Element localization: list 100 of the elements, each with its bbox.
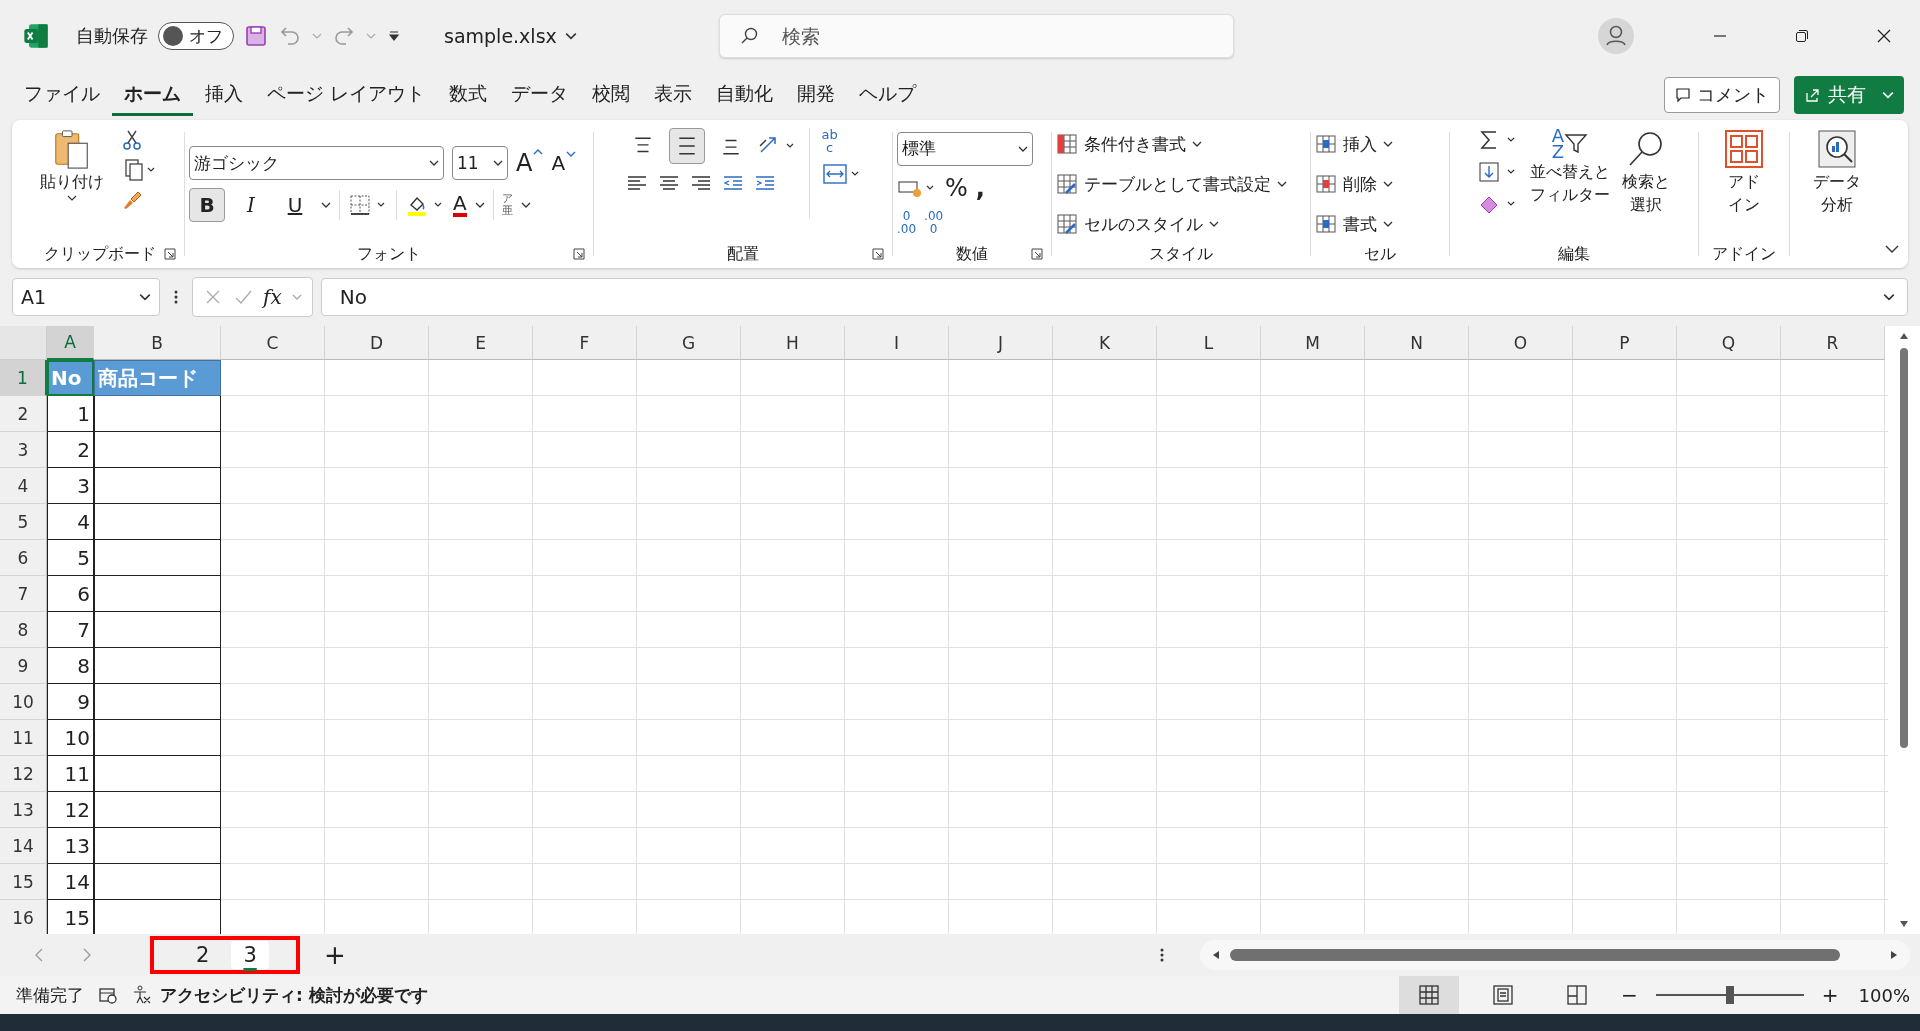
dialog-launcher-icon[interactable] [872, 248, 884, 260]
column-header[interactable]: A [47, 326, 94, 360]
row-header[interactable]: 6 [0, 540, 47, 576]
accessibility-icon[interactable] [132, 985, 152, 1005]
share-button[interactable]: 共有 [1794, 76, 1904, 114]
column-header[interactable]: R [1781, 326, 1885, 360]
menu-tab[interactable]: データ [499, 74, 581, 116]
column-header[interactable]: E [429, 326, 533, 360]
menu-tab[interactable]: 数式 [437, 74, 500, 116]
search-field[interactable]: 検索 [718, 14, 1234, 58]
column-header[interactable]: B [94, 326, 221, 360]
cells-menu-button[interactable]: 削除 [1315, 168, 1393, 200]
comment-button[interactable]: コメント [1664, 77, 1780, 113]
scissors-icon[interactable] [120, 128, 144, 152]
row-header[interactable]: 2 [0, 396, 47, 432]
row-header[interactable]: 8 [0, 612, 47, 648]
zoom-level[interactable]: 100% [1858, 984, 1910, 1006]
row-header[interactable]: 11 [0, 720, 47, 756]
row-header[interactable]: 7 [0, 576, 47, 612]
column-header[interactable]: K [1053, 326, 1157, 360]
row-header[interactable]: 9 [0, 648, 47, 684]
row-header[interactable]: 15 [0, 864, 47, 900]
sheet-tab[interactable]: 2 [184, 941, 222, 969]
style-menu-button[interactable]: セルのスタイル [1056, 208, 1219, 240]
scroll-thumb[interactable] [1900, 348, 1908, 748]
row-header[interactable]: 16 [0, 900, 47, 934]
comma-button[interactable]: , [975, 173, 985, 202]
scroll-thumb[interactable] [1230, 949, 1840, 961]
wrap-text-button[interactable]: ab c [821, 128, 838, 154]
sort-filter-button[interactable]: A Z 並べ替えと フィルター [1530, 128, 1610, 206]
font-color-button[interactable]: A [453, 193, 467, 217]
row-header[interactable]: 1 [0, 360, 47, 396]
column-header[interactable]: J [949, 326, 1053, 360]
cells-menu-button[interactable]: 書式 [1315, 208, 1393, 240]
sheet-tab[interactable]: 3 [231, 941, 269, 969]
accessibility-status[interactable]: アクセシビリティ: 検討が必要です [160, 983, 428, 1007]
horizontal-scrollbar[interactable] [1200, 940, 1910, 970]
column-header[interactable]: I [845, 326, 949, 360]
macro-record-icon[interactable] [98, 985, 118, 1005]
zoom-slider-thumb[interactable] [1725, 986, 1734, 1004]
row-header[interactable]: 5 [0, 504, 47, 540]
cells-menu-button[interactable]: 挿入 [1315, 128, 1393, 160]
scroll-left-icon[interactable] [1212, 950, 1220, 960]
menu-tab[interactable]: 表示 [642, 74, 705, 116]
menu-tab[interactable]: 自動化 [704, 74, 786, 116]
collapse-ribbon-icon[interactable] [1884, 244, 1900, 254]
caret-icon[interactable] [321, 202, 331, 208]
more-options-icon[interactable] [174, 289, 178, 305]
more-options-icon[interactable] [1160, 947, 1164, 963]
column-header[interactable]: H [741, 326, 845, 360]
column-header[interactable]: F [533, 326, 637, 360]
zoom-in-button[interactable]: + [1821, 983, 1839, 1007]
insert-function-button[interactable]: fx [263, 285, 282, 309]
menu-tab[interactable]: ホーム [112, 74, 193, 116]
font-size-dropdown[interactable]: 11 [452, 146, 508, 180]
number-format-dropdown[interactable]: 標準 [897, 131, 1033, 166]
dialog-launcher-icon[interactable] [573, 248, 585, 260]
style-menu-button[interactable]: 条件付き書式 [1056, 128, 1202, 160]
increase-font-button[interactable]: A [516, 149, 544, 177]
column-header[interactable]: M [1261, 326, 1365, 360]
dialog-launcher-icon[interactable] [164, 248, 176, 260]
menu-tab[interactable]: 挿入 [193, 74, 255, 116]
bold-button[interactable]: B [189, 188, 225, 222]
decrease-font-button[interactable]: A [551, 151, 577, 175]
column-header[interactable]: D [325, 326, 429, 360]
menu-tab[interactable]: 校閲 [580, 74, 643, 116]
row-header[interactable]: 13 [0, 792, 47, 828]
column-header[interactable]: Q [1677, 326, 1781, 360]
account-avatar-icon[interactable] [1598, 18, 1634, 54]
row-header[interactable]: 4 [0, 468, 47, 504]
row-header[interactable]: 12 [0, 756, 47, 792]
row-header[interactable]: 14 [0, 828, 47, 864]
column-header[interactable]: L [1157, 326, 1261, 360]
increase-decimal-button[interactable]: 0 .00 [897, 209, 917, 237]
save-icon[interactable] [244, 24, 268, 48]
menu-tab[interactable]: ヘルプ [847, 74, 929, 116]
decrease-decimal-button[interactable]: .00 0 [924, 209, 944, 237]
dialog-launcher-icon[interactable] [1031, 248, 1043, 260]
normal-view-button[interactable] [1399, 976, 1459, 1014]
scroll-up-icon[interactable] [1899, 332, 1909, 340]
column-header[interactable]: N [1365, 326, 1469, 360]
filename-button[interactable]: sample.xlsx [444, 25, 577, 47]
style-menu-button[interactable]: テーブルとして書式設定 [1056, 168, 1287, 200]
column-header[interactable]: C [221, 326, 325, 360]
menu-tab[interactable]: ファイル [12, 74, 112, 116]
column-header[interactable]: O [1469, 326, 1573, 360]
close-icon[interactable] [1876, 28, 1892, 44]
row-header[interactable]: 3 [0, 432, 47, 468]
row-header[interactable]: 10 [0, 684, 47, 720]
paste-button[interactable]: 貼り付け [40, 128, 104, 201]
data-analysis-button[interactable]: データ 分析 [1813, 128, 1861, 216]
phonetic-button[interactable]: ア 亜 [501, 192, 513, 218]
formula-input[interactable]: No [320, 278, 1908, 316]
underline-button[interactable]: U [277, 188, 313, 222]
menu-tab[interactable]: 開発 [785, 74, 848, 116]
autosave-toggle[interactable]: オフ [158, 22, 234, 50]
column-header[interactable]: G [637, 326, 741, 360]
addins-button[interactable]: アド イン [1724, 128, 1764, 216]
scroll-down-icon[interactable] [1899, 920, 1909, 928]
font-name-dropdown[interactable]: 游ゴシック [189, 146, 444, 180]
